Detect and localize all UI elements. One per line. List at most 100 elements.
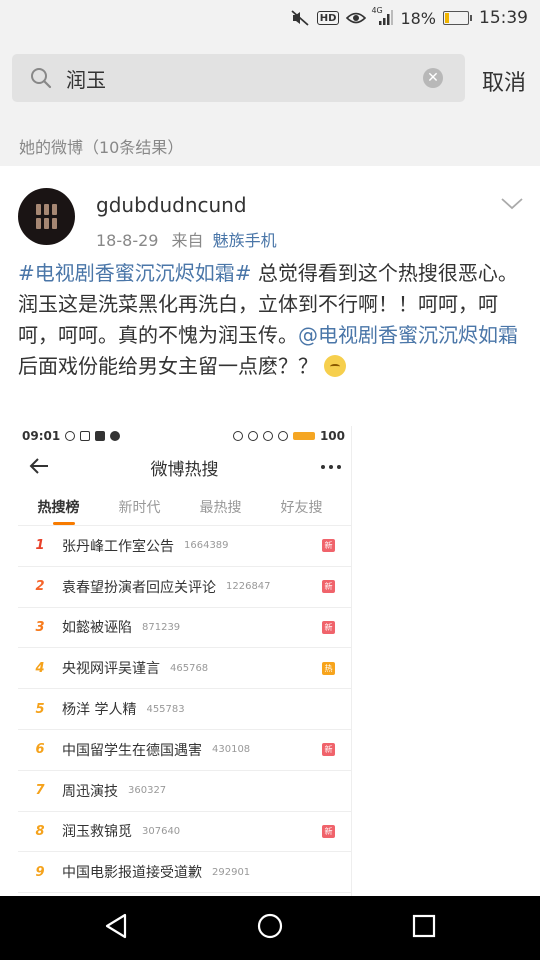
trend-title: 周迅演技 [62, 783, 118, 800]
trend-rank: 5 [35, 701, 45, 717]
trend-row[interactable]: 6 中国留学生在德国遇害 430108 新 [18, 730, 351, 771]
weibo-post[interactable]: gdubdudncund 18-8-29 来自 魅族手机 #电视剧香蜜沉沉烬如霜… [0, 166, 540, 896]
trend-badge: 新 [322, 620, 335, 634]
message-icon [80, 431, 91, 441]
image-status-bar: 09:01 100 [18, 426, 351, 446]
trend-title: 如懿被诬陷 [62, 620, 132, 637]
network-type-label: 4G [371, 6, 383, 15]
back-triangle-icon [106, 913, 127, 939]
trend-badge: 新 [322, 743, 335, 757]
trend-badge: 新 [322, 580, 335, 594]
search-icon [31, 68, 52, 89]
image-title: 微博热搜 [150, 459, 219, 480]
image-nav-bar: 微博热搜 [18, 446, 351, 488]
trend-row[interactable]: 2 袁春望扮演者回应关评论 1226847 新 [18, 567, 351, 608]
recents-button[interactable] [411, 913, 437, 943]
clear-search-button[interactable]: ✕ [423, 68, 443, 88]
image-tabs: 热搜榜 新时代 最热搜 好友搜 [18, 488, 351, 526]
image-time: 09:01 [22, 429, 61, 443]
back-arrow-icon [29, 458, 48, 474]
post-source-prefix: 来自 [171, 231, 204, 250]
trend-row[interactable]: 7 周迅演技 360327 [18, 771, 351, 812]
trend-count: 360327 [128, 785, 167, 797]
trend-title: 中国电影报道接受道歉 [62, 865, 202, 882]
image-tab: 好友搜 [280, 499, 323, 516]
recents-square-icon [412, 914, 435, 938]
post-date: 18-8-29 [96, 231, 159, 250]
trend-title: 张丹峰工作室公告 [62, 538, 174, 555]
trend-title: 中国留学生在德国遇害 [62, 742, 202, 759]
trend-count: 430108 [212, 744, 251, 756]
back-button[interactable] [103, 912, 129, 944]
play-icon [65, 431, 76, 441]
mute-icon [290, 9, 310, 27]
trend-row[interactable]: 3 如懿被诬陷 871239 新 [18, 608, 351, 649]
trend-title: 润玉救锦觅 [62, 824, 132, 841]
post-menu-button[interactable] [500, 196, 524, 215]
home-circle-icon [257, 913, 283, 939]
more-dots-icon [321, 465, 341, 469]
signal-icon: 4G [371, 6, 394, 27]
trend-count: 1664389 [184, 540, 229, 552]
search-query[interactable]: 润玉 [66, 64, 423, 93]
trend-row[interactable]: 9 中国电影报道接受道歉 292901 [18, 852, 351, 894]
search-bar: 润玉 ✕ 取消 [0, 36, 540, 122]
battery-icon [443, 11, 472, 25]
trend-rank: 8 [35, 823, 45, 839]
post-image[interactable]: 09:01 100 微博热搜 热搜榜 新时代 最热搜 好友搜 1 张丹峰工作室公… [18, 426, 352, 896]
signal-icon [277, 431, 288, 441]
chevron-down-icon [501, 198, 523, 210]
avatar[interactable] [18, 188, 75, 245]
trend-row[interactable]: 5 杨洋 学人精 455783 [18, 689, 351, 730]
close-icon: ✕ [427, 70, 439, 86]
image-tab: 新时代 [118, 499, 161, 516]
post-text-part2: 后面戏份能给男女主留一点麽？？ [18, 354, 318, 378]
clock: 15:39 [479, 8, 528, 28]
post-text: #电视剧香蜜沉沉烬如霜# 总觉得看到这个热搜很恶心。润玉这是洗菜黑化再洗白，立体… [18, 258, 523, 382]
image-battery: 100 [319, 429, 345, 443]
battery-percent: 18% [400, 8, 436, 28]
cancel-button[interactable]: 取消 [482, 65, 526, 97]
trend-rank: 6 [35, 742, 45, 758]
hd-icon: HD [316, 11, 340, 25]
trend-count: 871239 [142, 621, 181, 633]
image-tab: 热搜榜 [37, 499, 80, 516]
status-bar: HD 4G 18% 15:39 [0, 0, 540, 36]
trend-rank: 1 [35, 538, 45, 554]
alarm-icon [232, 431, 243, 441]
trend-rank: 4 [35, 660, 45, 676]
username[interactable]: gdubdudncund [96, 193, 247, 217]
eye-icon [346, 9, 367, 27]
post-meta: 18-8-29 来自 魅族手机 [96, 227, 277, 251]
results-header: 她的微博（10条结果） [0, 126, 540, 166]
trend-list: 1 张丹峰工作室公告 1664389 新 2 袁春望扮演者回应关评论 1226847 新 3 如懿… [18, 526, 351, 894]
trend-badge: 新 [322, 824, 335, 838]
trend-count: 292901 [212, 866, 251, 878]
trend-count: 307640 [142, 825, 181, 837]
trend-rank: 3 [35, 619, 45, 635]
pursed-face-emoji-icon [324, 355, 347, 377]
upload-icon [95, 431, 106, 441]
trend-rank: 7 [35, 783, 45, 799]
trend-badge: 热 [322, 661, 335, 675]
wifi-icon [262, 431, 273, 441]
trend-row[interactable]: 8 润玉救锦觅 307640 新 [18, 812, 351, 853]
trend-rank: 9 [35, 864, 45, 880]
post-source-link[interactable]: 魅族手机 [213, 231, 277, 250]
search-input[interactable]: 润玉 ✕ [12, 54, 465, 102]
home-button[interactable] [256, 912, 284, 944]
trend-title: 央视网评吴谨言 [62, 661, 160, 678]
trend-title: 杨洋 学人精 [62, 702, 137, 719]
system-nav-bar [0, 896, 540, 960]
trend-row[interactable]: 1 张丹峰工作室公告 1664389 新 [18, 526, 351, 567]
mention-link[interactable]: @电视剧香蜜沉沉烬如霜 [298, 323, 518, 347]
hashtag-link[interactable]: #电视剧香蜜沉沉烬如霜# [18, 261, 252, 285]
image-tab: 最热搜 [199, 499, 242, 516]
active-tab-indicator [53, 522, 75, 525]
battery-icon [292, 432, 315, 440]
person-icon [110, 431, 121, 441]
trend-title: 袁春望扮演者回应关评论 [62, 579, 216, 596]
vibrate-icon [247, 431, 258, 441]
trend-row[interactable]: 4 央视网评吴谨言 465768 热 [18, 648, 351, 690]
trend-count: 455783 [146, 703, 185, 715]
